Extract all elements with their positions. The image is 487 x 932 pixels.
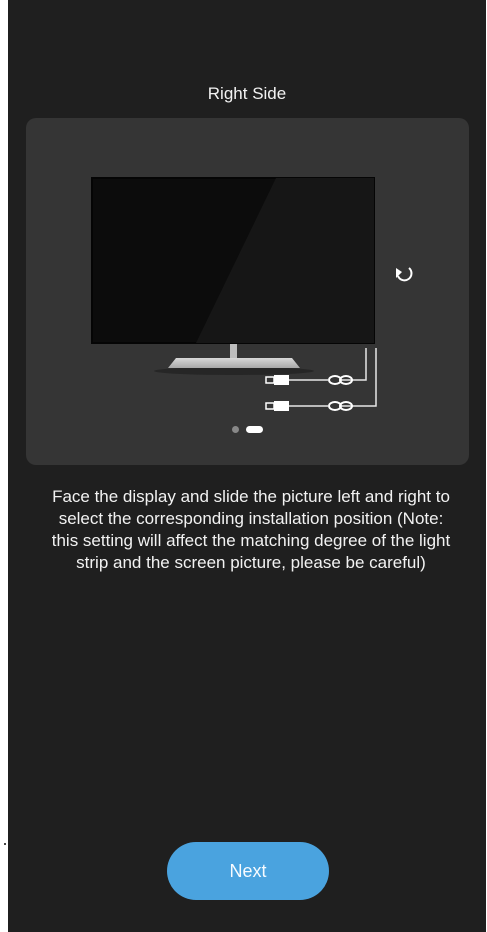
instruction-text: Face the display and slide the picture l… (51, 487, 451, 572)
next-button[interactable]: Next (167, 842, 329, 900)
tv-stand-shadow (154, 367, 314, 375)
illustration-card[interactable] (26, 118, 469, 465)
tv-stand-neck (230, 344, 237, 358)
tv-illustration (84, 167, 413, 411)
usb-plug-icon (265, 375, 289, 411)
link-loop-icon (328, 375, 353, 411)
page-title: Right Side (207, 84, 287, 103)
rotate-arrow-icon (396, 267, 413, 282)
screen: Right Side Face the display and slide th… (8, 0, 486, 932)
tv-stand-base (168, 358, 300, 368)
pager-dot-active[interactable] (246, 426, 263, 433)
pager-dot[interactable] (232, 426, 239, 433)
edge-mark (4, 843, 6, 845)
pager-dots[interactable] (232, 426, 263, 433)
